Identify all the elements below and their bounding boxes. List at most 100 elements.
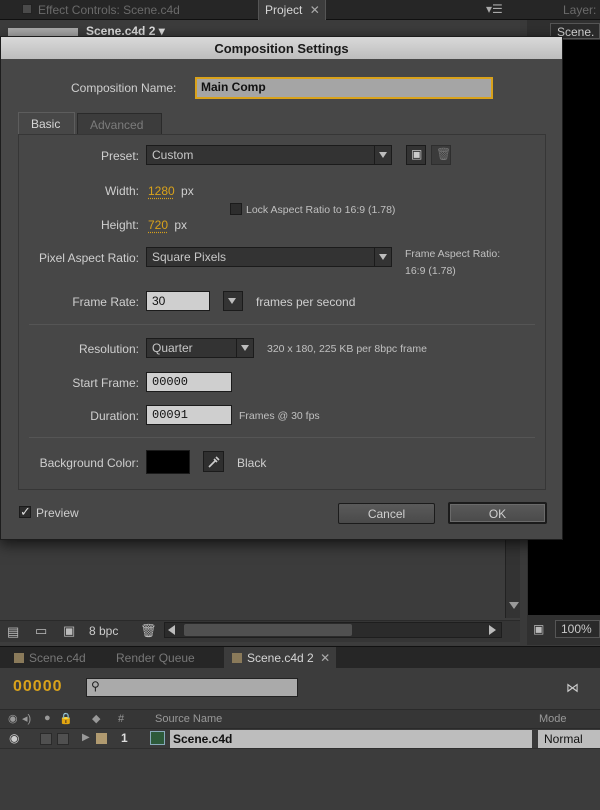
- bg-color-swatch[interactable]: [146, 450, 190, 474]
- tab-effect-controls[interactable]: Effect Controls: Scene.c4d: [8, 0, 188, 20]
- chevron-down-icon: [224, 292, 242, 310]
- composition-icon[interactable]: ▣: [63, 623, 75, 639]
- lock-aspect-checkbox[interactable]: [230, 203, 242, 215]
- pixel-aspect-select[interactable]: Square Pixels: [146, 247, 392, 267]
- timeline-tab-bar: Scene.c4d Render Queue Scene.c4d 2 ✕: [0, 646, 600, 669]
- solo-toggle[interactable]: [40, 733, 52, 745]
- frame-rate-dropdown[interactable]: [223, 291, 243, 311]
- column-mode[interactable]: Mode: [539, 713, 567, 725]
- eyedropper-button[interactable]: [203, 451, 224, 472]
- comp-name-input[interactable]: Main Comp: [195, 77, 493, 99]
- label-icon: [14, 653, 24, 663]
- duration-input[interactable]: 00091: [146, 405, 232, 425]
- divider: [29, 437, 535, 438]
- close-icon[interactable]: ✕: [310, 3, 320, 17]
- column-number: #: [118, 713, 125, 725]
- audio-icon: ◂): [22, 713, 32, 725]
- tab-scene-c4d[interactable]: Scene.c4d: [6, 647, 94, 669]
- eyedropper-icon: [208, 456, 220, 468]
- basic-settings-group: Preset: Custom ▣ 🗑 Width: 1280 px Lock A…: [18, 134, 546, 490]
- chevron-down-icon: [236, 339, 253, 357]
- resolution-label: Resolution:: [78, 342, 139, 356]
- tab-render-queue-label: Render Queue: [116, 651, 195, 665]
- label-icon: ◆: [92, 713, 101, 725]
- chevron-down-icon: [374, 146, 391, 164]
- vertical-scrollbar[interactable]: [505, 540, 520, 618]
- trash-icon[interactable]: 🗑: [140, 623, 157, 639]
- timeline-column-header: ◉ ◂) ● 🔒 ◆ # Source Name Mode: [0, 709, 600, 729]
- tab-render-queue[interactable]: Render Queue: [108, 647, 203, 669]
- pixel-aspect-label: Pixel Aspect Ratio:: [38, 251, 139, 265]
- save-preset-button[interactable]: ▣: [406, 145, 426, 165]
- frame-rate-label: Frame Rate:: [72, 295, 139, 309]
- comp-name-label: Composition Name:: [71, 81, 177, 95]
- expand-layer-icon[interactable]: ▶: [82, 732, 90, 743]
- chevron-down-icon: [374, 248, 391, 266]
- scroll-right-icon[interactable]: [489, 625, 496, 635]
- snapshot-icon[interactable]: ▣: [533, 622, 544, 636]
- cancel-button[interactable]: Cancel: [338, 503, 435, 524]
- scroll-down-icon[interactable]: [509, 602, 519, 609]
- tab-project[interactable]: Project ✕: [258, 0, 326, 20]
- tab-effect-controls-label: Effect Controls: Scene.c4d: [38, 3, 180, 17]
- height-value[interactable]: 720: [148, 218, 168, 232]
- preset-value: Custom: [152, 148, 194, 162]
- close-icon[interactable]: ✕: [320, 651, 330, 665]
- height-field[interactable]: 720 px: [148, 218, 187, 232]
- width-label: Width:: [104, 184, 139, 198]
- timeline-search-input[interactable]: ⚲: [86, 678, 298, 697]
- column-source-name[interactable]: Source Name: [155, 713, 222, 725]
- footage-icon: [150, 731, 165, 745]
- tab-layer-label: Layer:: [563, 3, 597, 17]
- save-preset-icon: ▣: [411, 147, 423, 161]
- layer-number: 1: [121, 731, 128, 745]
- current-time[interactable]: 00000: [13, 678, 63, 696]
- solo-icon: ●: [44, 712, 51, 724]
- tab-basic[interactable]: Basic: [18, 112, 75, 134]
- preset-label: Preset:: [100, 149, 139, 163]
- pixel-aspect-value: Square Pixels: [152, 250, 227, 264]
- scroll-left-icon[interactable]: [168, 625, 175, 635]
- search-icon: ⚲: [91, 679, 100, 693]
- tab-layer[interactable]: Layer:: [545, 0, 600, 20]
- tab-scene-c4d-2[interactable]: Scene.c4d 2 ✕: [224, 647, 336, 669]
- duration-label: Duration:: [90, 409, 139, 423]
- new-folder-icon[interactable]: ▭: [35, 623, 47, 639]
- tab-scene-c4d-2-label: Scene.c4d 2: [247, 651, 314, 665]
- composition-flowchart-icon[interactable]: ⋈: [566, 680, 579, 696]
- bit-depth[interactable]: 8 bpc: [89, 624, 118, 638]
- width-field[interactable]: 1280 px: [148, 184, 194, 198]
- interpret-footage-icon[interactable]: ▤: [7, 624, 19, 640]
- ok-button[interactable]: OK: [448, 502, 547, 524]
- preview-label: Preview: [36, 506, 79, 520]
- width-unit: px: [181, 184, 194, 198]
- eye-icon: ◉: [8, 713, 18, 725]
- layer-mode-select[interactable]: Normal: [538, 730, 600, 748]
- eye-icon[interactable]: ◉: [9, 731, 19, 745]
- resolution-select[interactable]: Quarter: [146, 338, 254, 358]
- zoom-level[interactable]: 100%: [555, 620, 600, 638]
- frame-rate-unit: frames per second: [256, 295, 356, 309]
- scroll-thumb[interactable]: [184, 624, 352, 636]
- lock-icon: 🔒: [59, 713, 73, 725]
- composition-settings-dialog: Composition Settings Composition Name: M…: [0, 36, 563, 540]
- width-value[interactable]: 1280: [148, 184, 175, 198]
- preview-checkbox[interactable]: [19, 504, 31, 520]
- start-frame-label: Start Frame:: [72, 376, 139, 390]
- layer-name[interactable]: Scene.c4d: [170, 730, 532, 748]
- panel-menu-icon[interactable]: ▾☰: [486, 2, 503, 16]
- bg-color-name: Black: [237, 456, 267, 470]
- dialog-title: Composition Settings: [1, 37, 562, 59]
- height-unit: px: [174, 218, 188, 232]
- start-frame-input[interactable]: 00000: [146, 372, 232, 392]
- tab-advanced[interactable]: Advanced: [77, 113, 162, 135]
- bg-color-label: Background Color:: [39, 456, 139, 470]
- preset-select[interactable]: Custom: [146, 145, 392, 165]
- lock-toggle[interactable]: [57, 733, 69, 745]
- divider: [29, 324, 535, 325]
- label-color-icon[interactable]: [96, 733, 107, 744]
- delete-preset-button[interactable]: 🗑: [431, 145, 451, 165]
- frame-aspect-label: Frame Aspect Ratio:: [405, 248, 501, 260]
- resolution-value: Quarter: [152, 341, 193, 355]
- frame-rate-input[interactable]: 30: [146, 291, 210, 311]
